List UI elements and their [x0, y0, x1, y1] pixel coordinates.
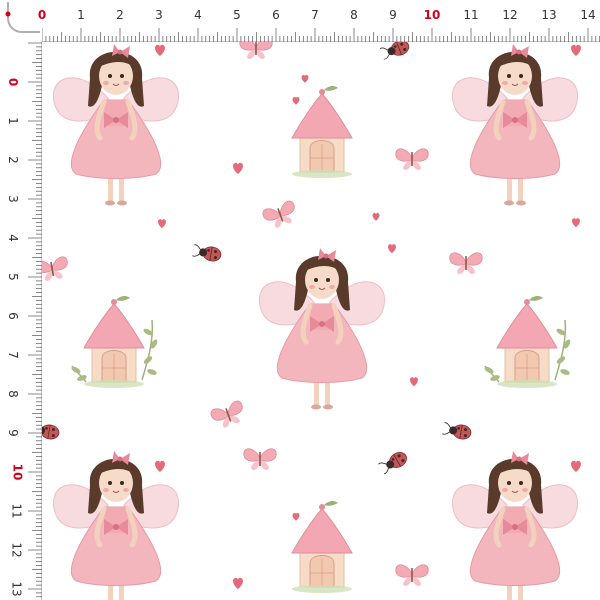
- ruler-left-label: 2: [5, 156, 20, 164]
- ruler-top-label: 0: [37, 8, 47, 22]
- ruler-left-label: 1: [5, 117, 20, 125]
- fabric-print-canvas: [0, 0, 600, 600]
- ruler-top-label: 13: [541, 8, 557, 22]
- butterfly-motif: [449, 252, 483, 275]
- ruler-top-label: 1: [77, 8, 85, 22]
- butterfly-motif: [395, 148, 429, 171]
- ladybug-motif: [441, 421, 473, 441]
- ruler-left-label: 12: [9, 542, 24, 558]
- ruler-left-label: 3: [5, 195, 20, 203]
- ruler-top-label: 6: [272, 8, 280, 22]
- ruler-left-label: 10: [10, 463, 25, 481]
- ruler-top-label: 7: [311, 8, 319, 22]
- fairy-house-motif: [291, 85, 353, 179]
- ruler-left-label: 11: [9, 503, 24, 519]
- ruler-top-label: 12: [502, 8, 518, 22]
- fairy-house-motif: [483, 296, 571, 388]
- fairy-girl-motif: [259, 248, 384, 410]
- ruler-top-label: 5: [233, 8, 241, 22]
- ruler-top-label: 8: [350, 8, 358, 22]
- fairy-house-motif: [70, 296, 158, 388]
- pattern-layer: [29, 37, 581, 600]
- ruler-top-label: 3: [155, 8, 163, 22]
- ruler-top-label: 4: [194, 8, 202, 22]
- ruler-corner: [0, 0, 42, 42]
- ruler-top-label: 11: [463, 8, 479, 22]
- ruler-left-label: 4: [5, 234, 20, 242]
- ruler-left-label: 13: [9, 581, 24, 597]
- fairy-house-motif: [291, 500, 353, 594]
- fairy-girl-motif: [53, 451, 178, 600]
- ruler-left-label: 6: [5, 312, 20, 320]
- butterfly-motif: [243, 448, 277, 471]
- ruler-left-label: 9: [5, 429, 20, 437]
- ruler-left-label: 5: [5, 273, 20, 281]
- ruler-top-label: 10: [423, 8, 441, 22]
- ladybug-motif: [377, 448, 410, 477]
- fairy-girl-motif: [452, 44, 577, 206]
- ruler-left-label: 8: [5, 390, 20, 398]
- ruler-top-label: 9: [389, 8, 397, 22]
- ruler-left-label: 7: [5, 351, 20, 359]
- butterfly-motif: [209, 399, 248, 432]
- fairy-girl-motif: [53, 44, 178, 206]
- ruler-top-label: 2: [116, 8, 124, 22]
- ruler-left-label: 0: [6, 77, 21, 87]
- butterfly-motif: [261, 199, 300, 232]
- ladybug-motif: [191, 243, 223, 263]
- fairy-girl-motif: [452, 451, 577, 600]
- butterfly-motif: [395, 564, 429, 587]
- ruler-top-label: 14: [580, 8, 596, 22]
